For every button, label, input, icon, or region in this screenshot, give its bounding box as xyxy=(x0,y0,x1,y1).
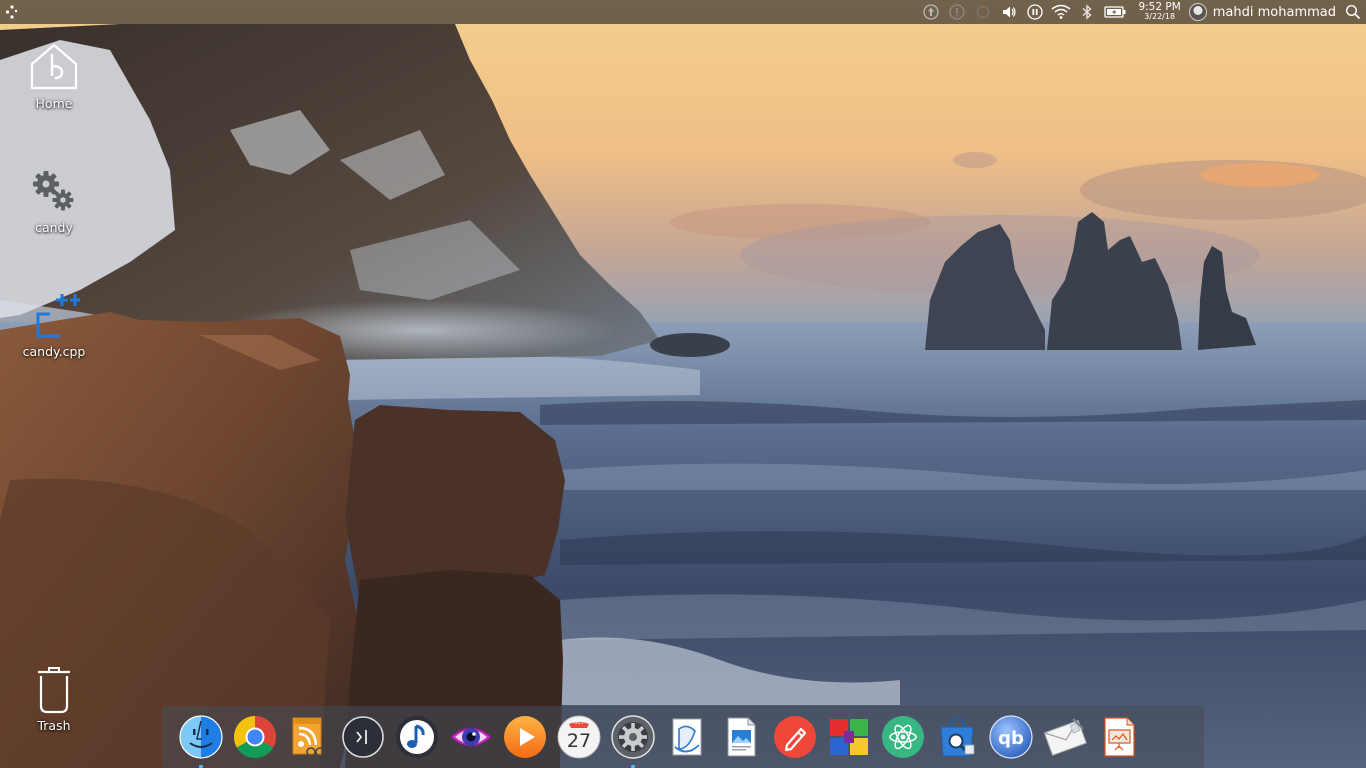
mail-envelope-icon xyxy=(1042,714,1088,760)
svg-text:qb: qb xyxy=(998,728,1024,749)
presentation-icon xyxy=(1096,714,1142,760)
terminal-icon xyxy=(340,714,386,760)
gears-icon xyxy=(26,162,82,218)
eye-icon xyxy=(448,714,494,760)
dock-item-screenshot-eye[interactable] xyxy=(444,706,498,768)
battery-icon[interactable] xyxy=(1100,0,1130,24)
chrome-icon xyxy=(232,714,278,760)
dock-item-windows-app[interactable] xyxy=(822,706,876,768)
alert-icon[interactable] xyxy=(944,0,970,24)
search-icon xyxy=(1345,4,1361,20)
cpp-file-icon xyxy=(26,286,82,342)
desktop-icon-label: candy xyxy=(35,220,73,235)
music-note-icon xyxy=(394,714,440,760)
volume-icon[interactable] xyxy=(996,0,1022,24)
document-viewer-icon xyxy=(664,714,710,760)
panel-clock[interactable]: 9:52 PM 3/22/18 xyxy=(1130,0,1186,24)
dock-item-media-player[interactable] xyxy=(498,706,552,768)
trash-icon xyxy=(26,660,82,716)
calendar-icon: OCT 27 xyxy=(556,714,602,760)
circle-status-icon[interactable] xyxy=(970,0,996,24)
dock-item-finder[interactable] xyxy=(174,706,228,768)
play-icon xyxy=(502,714,548,760)
dock-item-atom[interactable] xyxy=(876,706,930,768)
rss-reader-icon xyxy=(286,714,332,760)
dock-item-software-store[interactable] xyxy=(930,706,984,768)
calendar-month: OCT xyxy=(573,720,585,726)
qbittorrent-icon: qb xyxy=(988,714,1034,760)
dock-item-terminal[interactable] xyxy=(336,706,390,768)
clock-time: 9:52 PM xyxy=(1138,1,1181,13)
dock-item-chrome[interactable] xyxy=(228,706,282,768)
dock-item-image-viewer[interactable] xyxy=(714,706,768,768)
image-document-icon xyxy=(718,714,764,760)
bluetooth-icon[interactable] xyxy=(1074,0,1100,24)
update-icon[interactable] xyxy=(918,0,944,24)
atom-icon xyxy=(880,714,926,760)
user-name: mahdi mohammad xyxy=(1212,4,1336,20)
store-bag-icon xyxy=(934,714,980,760)
calendar-day: 27 xyxy=(566,730,592,752)
desktop-icon-candy-cpp[interactable]: candy.cpp xyxy=(9,286,99,359)
dock-item-rss-reader[interactable] xyxy=(282,706,336,768)
dock-item-qbittorrent[interactable]: qb xyxy=(984,706,1038,768)
dock-item-mail[interactable] xyxy=(1038,706,1092,768)
dock-item-text-editor[interactable] xyxy=(768,706,822,768)
avatar xyxy=(1188,3,1207,21)
panel-search-button[interactable] xyxy=(1340,0,1366,24)
desktop-icon-label: candy.cpp xyxy=(22,344,86,359)
clock-date: 3/22/18 xyxy=(1144,12,1176,21)
dock-item-document-viewer[interactable] xyxy=(660,706,714,768)
dock-item-music[interactable] xyxy=(390,706,444,768)
launcher-dots-icon xyxy=(5,5,18,19)
finder-face-icon xyxy=(178,714,224,760)
wifi-icon[interactable] xyxy=(1048,0,1074,24)
dock-item-presentation[interactable] xyxy=(1092,706,1146,768)
desktop-wallpaper xyxy=(0,0,1366,768)
pencil-icon xyxy=(772,714,818,760)
desktop-icon-trash[interactable]: Trash xyxy=(9,660,99,733)
app-launcher-button[interactable] xyxy=(0,0,24,24)
desktop-icon-candy[interactable]: candy xyxy=(9,162,99,235)
settings-gear-icon xyxy=(610,714,656,760)
desktop-icon-label: Home xyxy=(35,96,73,111)
home-folder-icon xyxy=(26,38,82,94)
user-menu[interactable]: mahdi mohammad xyxy=(1187,0,1340,24)
dock: OCT 27 qb xyxy=(162,706,1204,768)
media-pause-icon[interactable] xyxy=(1022,0,1048,24)
dock-item-calendar[interactable]: OCT 27 xyxy=(552,706,606,768)
desktop-icon-home[interactable]: Home xyxy=(9,38,99,111)
desktop-icon-label: Trash xyxy=(37,718,71,733)
windows-tiles-icon xyxy=(826,714,872,760)
system-tray: 9:52 PM 3/22/18 mahdi mohammad xyxy=(918,0,1366,24)
top-panel: 9:52 PM 3/22/18 mahdi mohammad xyxy=(0,0,1366,24)
dock-item-system-settings[interactable] xyxy=(606,706,660,768)
